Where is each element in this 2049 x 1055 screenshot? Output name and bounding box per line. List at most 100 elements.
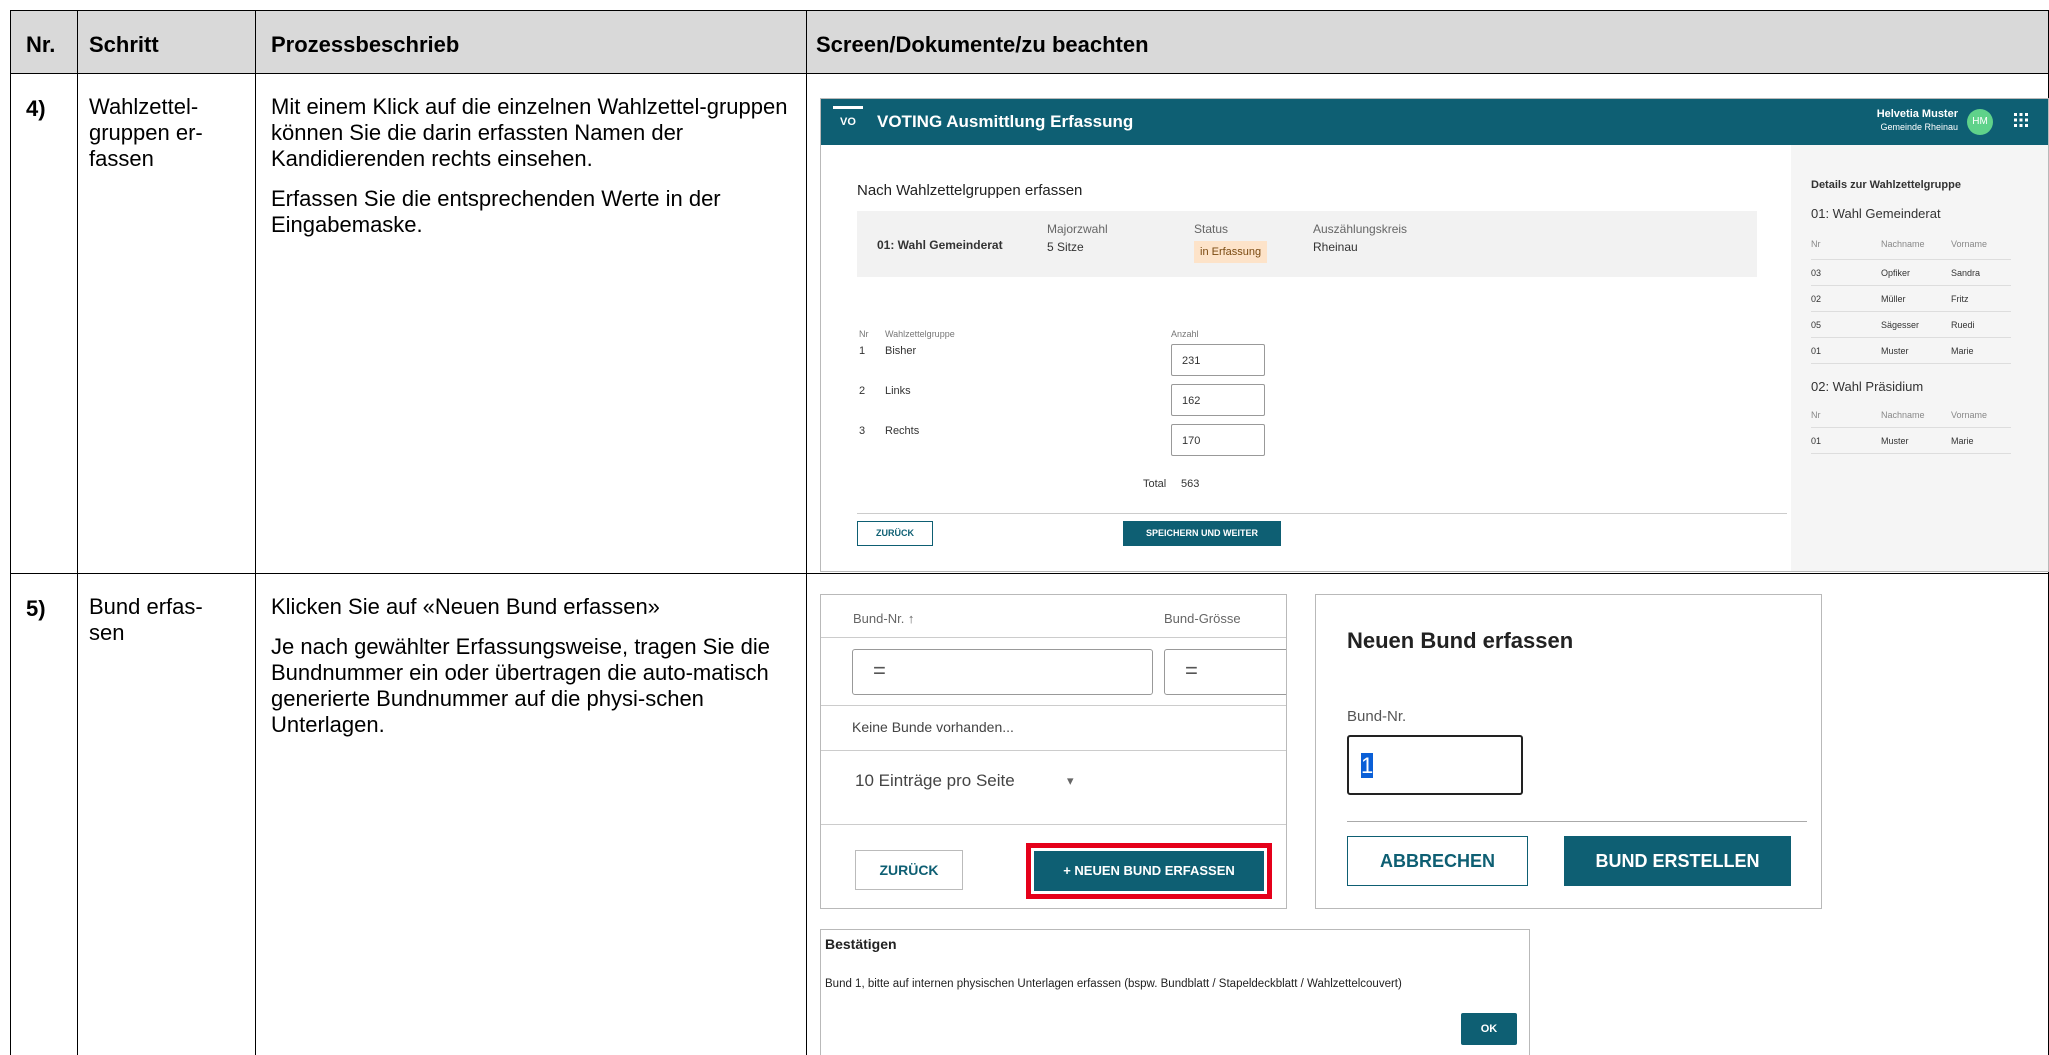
row-5-prozess: Klicken Sie auf «Neuen Bund erfassen» Je… [271, 594, 791, 752]
dialog-title: Neuen Bund erfassen [1347, 628, 1574, 653]
apps-grid-icon[interactable] [2014, 113, 2028, 132]
divider [821, 824, 1286, 825]
empty-state-text: Keine Bunde vorhanden... [852, 719, 1014, 735]
user-name: Helvetia Muster [1876, 108, 1958, 120]
panel-column-nachname: Nachname [1881, 410, 1925, 420]
prozess-paragraph: Klicken Sie auf «Neuen Bund erfassen» [271, 594, 660, 619]
count-input[interactable]: 162 [1171, 384, 1265, 416]
divider [821, 750, 1286, 751]
prozess-paragraph: Mit einem Klick auf die einzelnen Wahlze… [271, 94, 788, 171]
header-nr: Nr. [26, 32, 56, 57]
election-type-value: 5 Sitze [1047, 240, 1084, 254]
divider [1811, 285, 2011, 286]
voting-app-screenshot: VO VOTING Ausmittlung Erfassung Helvetia… [820, 98, 2049, 572]
candidate-vorname: Sandra [1951, 268, 1981, 278]
divider [1811, 311, 2011, 312]
bund-nr-input[interactable]: 1 [1347, 735, 1523, 795]
grid-line [10, 10, 11, 1055]
ok-button[interactable]: OK [1461, 1013, 1517, 1045]
election-name: 01: Wahl Gemeinderat [877, 238, 1003, 252]
candidate-nachname: Muster [1881, 346, 1909, 356]
create-bund-button[interactable]: BUND ERSTELLEN [1564, 836, 1791, 886]
column-header-bund-size[interactable]: Bund-Grösse [1164, 611, 1241, 626]
status-label: Status [1194, 222, 1229, 236]
candidate-nachname: Muster [1881, 436, 1909, 446]
table-row-name: Bisher [885, 345, 917, 357]
new-bund-highlight: + NEUEN BUND ERFASSEN [1026, 843, 1272, 899]
panel-column-vorname: Vorname [1951, 410, 1988, 420]
app-title: VOTING Ausmittlung Erfassung [877, 112, 1134, 131]
table-row-name: Links [885, 385, 911, 397]
chevron-down-icon[interactable]: ▾ [1067, 773, 1074, 789]
divider [1811, 259, 2011, 260]
status-badge: in Erfassung [1194, 241, 1268, 263]
divider [821, 705, 1286, 706]
bund-nr-filter-input[interactable]: = [852, 649, 1153, 695]
grid-line [255, 10, 256, 1055]
app-logo: VO [833, 106, 863, 134]
panel-column-nachname: Nachname [1881, 239, 1925, 249]
divider [821, 637, 1286, 638]
bund-list-screenshot: Bund-Nr. ↑ Bund-Grösse = = Keine Bunde v… [820, 594, 1287, 909]
count-district-label: Auszählungskreis [1313, 222, 1408, 236]
table-row-nr: 1 [859, 345, 866, 357]
candidate-vorname: Fritz [1951, 294, 1969, 304]
divider [1811, 427, 2011, 428]
apps-grid-icon [2014, 113, 2028, 127]
avatar[interactable]: HM [1967, 109, 1993, 135]
bund-size-filter-input[interactable]: = [1164, 649, 1286, 695]
user-municipality: Gemeinde Rheinau [1880, 122, 1958, 132]
bund-nr-value: 1 [1361, 753, 1374, 778]
count-input[interactable]: 170 [1171, 424, 1265, 456]
column-header-bund-nr[interactable]: Bund-Nr. ↑ [853, 611, 914, 626]
column-header-nr: Nr [859, 329, 869, 339]
cancel-button[interactable]: ABBRECHEN [1347, 836, 1528, 886]
bund-nr-label: Bund-Nr. [1347, 708, 1407, 725]
back-button[interactable]: ZURÜCK [857, 521, 933, 546]
header-schritt: Schritt [89, 32, 159, 57]
column-header-group: Wahlzettelgruppe [885, 329, 955, 339]
panel-column-nr: Nr [1811, 410, 1821, 420]
schritt-line: Wahlzettel- [89, 94, 199, 119]
election-type-label: Majorzwahl [1047, 222, 1108, 236]
panel-group-1[interactable]: 01: Wahl Gemeinderat [1811, 206, 1941, 221]
grid-line [10, 573, 2049, 574]
save-and-continue-button[interactable]: SPEICHERN UND WEITER [1123, 521, 1281, 546]
confirm-dialog-screenshot: Bestätigen Bund 1, bitte auf internen ph… [820, 929, 1530, 1055]
candidate-nachname: Müller [1881, 294, 1906, 304]
back-button[interactable]: ZURÜCK [855, 850, 963, 890]
page-size-select[interactable]: 10 Einträge pro Seite [855, 771, 1015, 791]
new-bund-button[interactable]: + NEUEN BUND ERFASSEN [1034, 851, 1264, 891]
candidate-vorname: Marie [1951, 436, 1974, 446]
count-input[interactable]: 231 [1171, 344, 1265, 376]
schritt-line: gruppen er- [89, 120, 203, 145]
total-value: 563 [1181, 478, 1200, 490]
candidate-nr: 05 [1811, 320, 1822, 330]
panel-title: Details zur Wahlzettelgruppe [1811, 179, 1961, 191]
candidate-nachname: Opfiker [1881, 268, 1911, 278]
row-4-schritt: Wahlzettel- gruppen er- fassen [89, 94, 249, 172]
header-screen: Screen/Dokumente/zu beachten [816, 32, 1149, 57]
election-info-card: 01: Wahl Gemeinderat Majorzwahl 5 Sitze … [857, 211, 1757, 277]
schritt-line: sen [89, 620, 125, 645]
candidate-nr: 03 [1811, 268, 1822, 278]
page-title: Nach Wahlzettelgruppen erfassen [857, 182, 1083, 199]
candidate-vorname: Ruedi [1951, 320, 1975, 330]
grid-line [77, 10, 78, 1055]
confirm-message: Bund 1, bitte auf internen physischen Un… [825, 978, 1402, 990]
prozess-paragraph: Je nach gewählter Erfassungsweise, trage… [271, 634, 770, 737]
table-row-nr: 3 [859, 425, 866, 437]
app-bar: VO VOTING Ausmittlung Erfassung Helvetia… [821, 99, 2048, 145]
panel-column-nr: Nr [1811, 239, 1821, 249]
candidate-nr: 01 [1811, 436, 1822, 446]
ballot-group-details-panel: Details zur Wahlzettelgruppe 01: Wahl Ge… [1791, 145, 2048, 571]
grid-line [806, 10, 807, 1055]
panel-group-2[interactable]: 02: Wahl Präsidium [1811, 379, 1923, 394]
candidate-nr: 02 [1811, 294, 1822, 304]
total-label: Total [1143, 478, 1167, 490]
row-5-schritt: Bund erfas- sen [89, 594, 249, 646]
user-info[interactable]: Helvetia Muster Gemeinde Rheinau [1877, 108, 1958, 134]
table-row-nr: 2 [859, 385, 866, 397]
new-bund-dialog-screenshot: Neuen Bund erfassen Bund-Nr. 1 ABBRECHEN… [1315, 594, 1822, 909]
schritt-line: Bund erfas- [89, 594, 203, 619]
